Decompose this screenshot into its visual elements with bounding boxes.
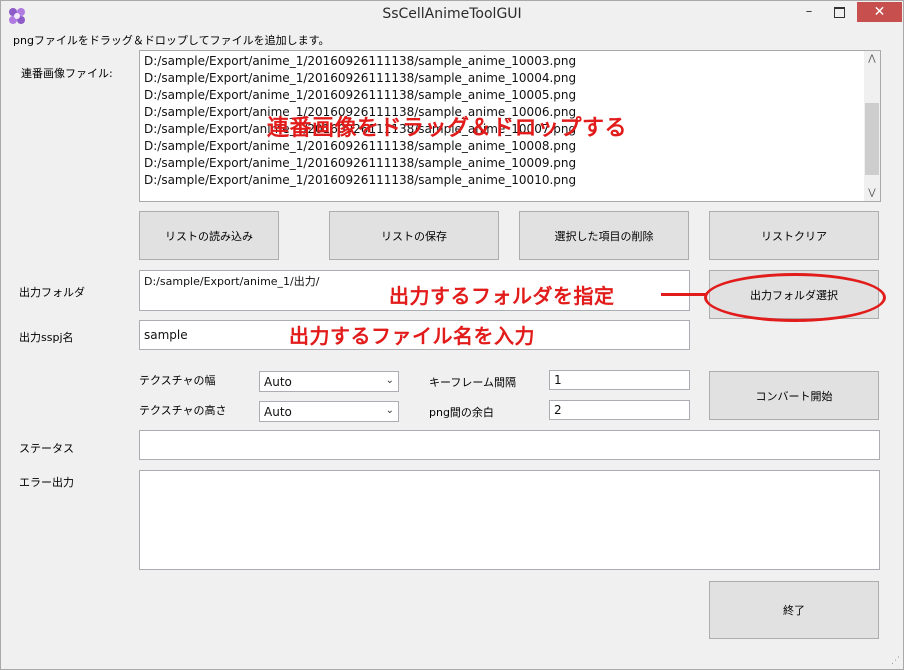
app-window: SsCellAnimeToolGUI – ✕ pngファイルをドラッグ＆ドロップ… xyxy=(0,0,904,670)
image-list-label: 連番画像ファイル: xyxy=(21,67,113,80)
error-output-label: エラー出力 xyxy=(19,476,74,489)
scroll-thumb[interactable] xyxy=(865,103,879,175)
status-label: ステータス xyxy=(19,442,74,455)
window-title: SsCellAnimeToolGUI xyxy=(382,6,522,22)
drop-hint: pngファイルをドラッグ＆ドロップしてファイルを追加します。 xyxy=(13,34,330,47)
status-field[interactable] xyxy=(139,430,880,460)
minimize-button[interactable]: – xyxy=(795,2,823,22)
list-item[interactable]: D:/sample/Export/anime_1/20160926111138/… xyxy=(144,155,576,172)
scroll-down-icon[interactable]: ⋁ xyxy=(864,185,880,201)
form-body: pngファイルをドラッグ＆ドロップしてファイルを追加します。 連番画像ファイル:… xyxy=(9,31,903,669)
scroll-up-icon[interactable]: ⋀ xyxy=(864,51,880,67)
load-list-button[interactable]: リストの読み込み xyxy=(139,211,279,260)
texture-height-select[interactable]: Auto ⌄ xyxy=(259,401,399,422)
resize-grip-icon[interactable]: ⋰ xyxy=(891,656,900,666)
exit-button[interactable]: 終了 xyxy=(709,581,879,639)
title-bar[interactable]: SsCellAnimeToolGUI – ✕ xyxy=(1,1,903,31)
output-name-label: 出力sspj名 xyxy=(19,331,74,344)
close-button[interactable]: ✕ xyxy=(857,2,902,22)
error-output-field[interactable] xyxy=(139,470,880,570)
png-margin-label: png間の余白 xyxy=(429,406,494,419)
annotation-connector xyxy=(661,293,707,296)
texture-height-value: Auto xyxy=(264,405,292,419)
maximize-icon xyxy=(833,7,845,18)
chevron-down-icon[interactable]: ⌄ xyxy=(386,375,394,386)
texture-width-select[interactable]: Auto ⌄ xyxy=(259,371,399,392)
texture-width-value: Auto xyxy=(264,375,292,389)
annotation-ring xyxy=(704,273,886,322)
start-convert-button[interactable]: コンバート開始 xyxy=(709,371,879,420)
keyframe-interval-label: キーフレーム間隔 xyxy=(429,376,517,389)
list-scrollbar[interactable]: ⋀ ⋁ xyxy=(864,51,880,201)
clear-list-button[interactable]: リストクリア xyxy=(709,211,879,260)
list-item[interactable]: D:/sample/Export/anime_1/20160926111138/… xyxy=(144,53,576,70)
save-list-button[interactable]: リストの保存 xyxy=(329,211,499,260)
keyframe-interval-field[interactable]: 1 xyxy=(549,370,690,390)
png-margin-field[interactable]: 2 xyxy=(549,400,690,420)
texture-width-label: テクスチャの幅 xyxy=(139,374,216,387)
chevron-down-icon[interactable]: ⌄ xyxy=(386,405,394,416)
texture-height-label: テクスチャの高さ xyxy=(139,404,227,417)
list-item[interactable]: D:/sample/Export/anime_1/20160926111138/… xyxy=(144,172,576,189)
specify-folder-annotation: 出力するフォルダを指定 xyxy=(389,284,615,308)
enter-filename-annotation: 出力するファイル名を入力 xyxy=(289,324,535,348)
maximize-button[interactable] xyxy=(825,2,853,22)
output-folder-label: 出力フォルダ xyxy=(19,286,85,299)
drag-drop-annotation: 連番画像をドラッグ＆ドロップする xyxy=(267,116,628,141)
list-item[interactable]: D:/sample/Export/anime_1/20160926111138/… xyxy=(144,87,576,104)
delete-selected-button[interactable]: 選択した項目の削除 xyxy=(519,211,689,260)
list-item[interactable]: D:/sample/Export/anime_1/20160926111138/… xyxy=(144,70,576,87)
